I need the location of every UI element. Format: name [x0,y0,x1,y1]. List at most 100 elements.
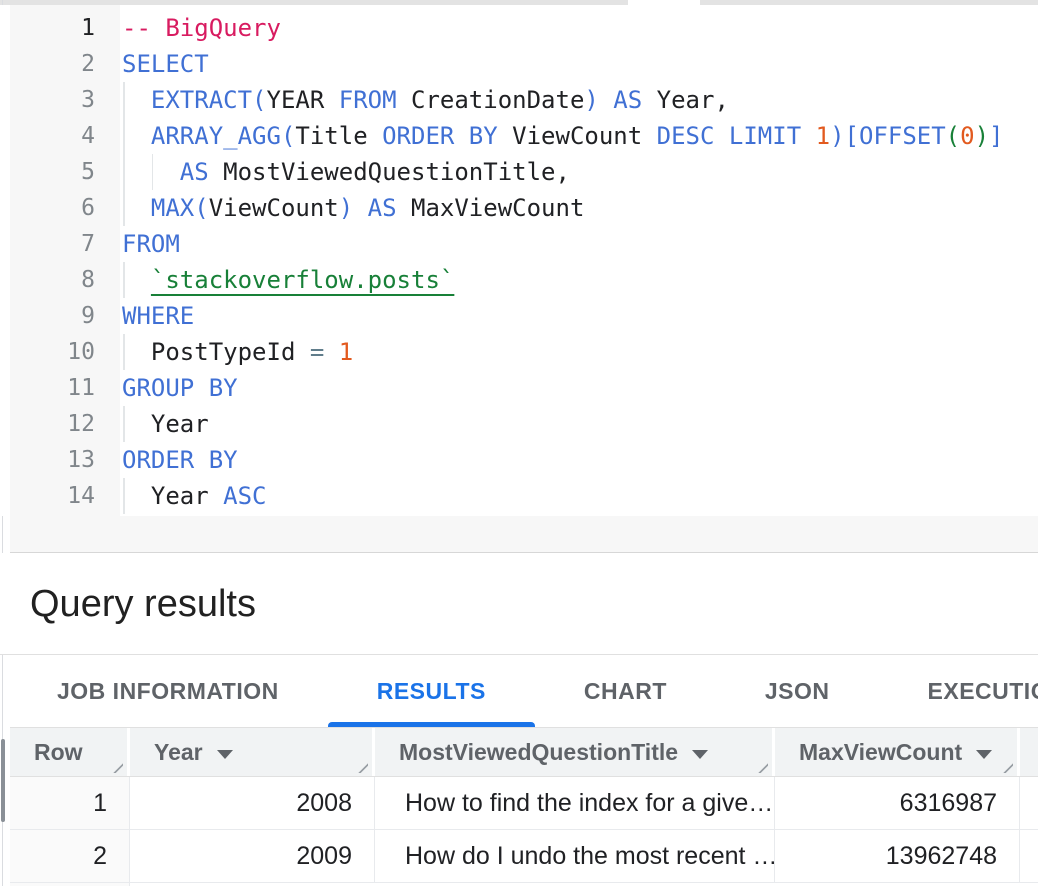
tab-chart[interactable]: CHART [535,656,716,727]
line-numbers: 1234567891011121314 [10,10,120,514]
tab-results[interactable]: RESULTS [328,656,535,727]
code-token: ASC [223,482,266,510]
code-line: ARRAY_AGG(Title ORDER BY ViewCount DESC … [122,118,1038,154]
code-token: 0 [960,122,974,150]
indent-guide [123,190,125,226]
query-results-title: Query results [30,553,256,655]
code-token: SELECT [122,50,209,78]
code-line: SELECT [122,46,1038,82]
partial-cell [1020,830,1038,882]
tab-job-information[interactable]: JOB INFORMATION [8,656,328,727]
column-resize-grip-icon[interactable] [109,759,123,773]
results-table-header: Row Year MostViewedQuestionTitle MaxViewCou… [10,727,1038,777]
tab-execution[interactable]: EXECUTION [879,656,1038,727]
code-token: DESC LIMIT [657,122,802,150]
code-token: GROUP BY [122,374,238,402]
code-token [122,194,151,222]
code-token: 1 [816,122,830,150]
code-token: ViewCount [209,194,339,222]
year-cell: 2009 [130,830,375,882]
tab-label: RESULTS [377,678,486,705]
code-token: Year [122,410,209,438]
editor-gutter: 1234567891011121314 [10,5,120,516]
sort-dropdown-icon[interactable] [217,750,233,759]
code-token: OFFSET [859,122,946,150]
indent-guide [152,154,154,190]
line-number: 8 [10,262,120,298]
line-number: 10 [10,334,120,370]
code-token: AS [180,158,209,186]
column-header-year[interactable]: Year [130,728,375,776]
indent-guide [123,334,125,370]
results-vertical-scrollbar-thumb[interactable] [1,739,5,822]
column-resize-grip-icon[interactable] [354,759,368,773]
code-area[interactable]: -- BigQuery SELECT EXTRACT(YEAR FROM Crea… [122,10,1038,514]
indent-guide [123,406,125,442]
code-line: GROUP BY [122,370,1038,406]
code-token: YEAR [267,86,339,114]
column-header-mostviewedquestiontitle[interactable]: MostViewedQuestionTitle [375,728,775,776]
code-token [122,122,151,150]
column-label: Year [154,739,203,766]
code-line: -- BigQuery [122,10,1038,46]
table-row: 12008How to find the index for a give…63… [10,777,1038,830]
code-token: ] [989,122,1003,150]
indent-guide [123,118,125,154]
code-token: CreationDate [397,86,585,114]
code-line: Year [122,406,1038,442]
indent-guide [123,154,125,190]
row-number-cell: 1 [10,777,130,829]
tab-label: JOB INFORMATION [57,678,279,705]
code-token: )[ [830,122,859,150]
results-table: Row Year MostViewedQuestionTitle MaxViewCou… [10,727,1038,886]
code-token: MAX( [151,194,209,222]
column-label: MostViewedQuestionTitle [399,739,678,766]
code-token: `stackoverflow.posts` [151,266,454,294]
table-row: 22009How do I undo the most recent …1396… [10,830,1038,883]
code-token: ORDER BY [122,446,238,474]
column-header-maxviewcount[interactable]: MaxViewCount [775,728,1020,776]
line-number: 6 [10,190,120,226]
tab-label: CHART [584,678,667,705]
table-header-partial [1020,728,1038,776]
line-number: 3 [10,82,120,118]
line-number: 2 [10,46,120,82]
results-table-body: 12008How to find the index for a give…63… [10,777,1038,883]
code-token: -- BigQuery [122,14,281,42]
code-token: ViewCount [498,122,657,150]
indent-guide [123,82,125,118]
tab-json[interactable]: JSON [716,656,879,727]
row-number-cell: 2 [10,830,130,882]
code-token [324,338,338,366]
sort-dropdown-icon[interactable] [692,750,708,759]
line-number: 1 [10,10,120,46]
code-line: EXTRACT(YEAR FROM CreationDate) AS Year, [122,82,1038,118]
tab-label: EXECUTION [928,678,1038,705]
code-token: WHERE [122,302,194,330]
sort-dropdown-icon[interactable] [976,750,992,759]
code-token: ) [584,86,598,114]
editor-bottom-band [10,516,1038,553]
code-token: 1 [339,338,353,366]
code-token: Year [122,482,223,510]
query-results-header: Query results [0,553,1038,655]
indent-guide [123,478,125,514]
code-token: ( [946,122,960,150]
code-token [122,266,151,294]
title-cell: How to find the index for a give… [375,777,775,829]
column-label: MaxViewCount [799,739,962,766]
column-resize-grip-icon[interactable] [754,759,768,773]
code-token: PostTypeId [122,338,310,366]
line-number: 11 [10,370,120,406]
code-token: Title [295,122,382,150]
code-token: MostViewedQuestionTitle, [209,158,570,186]
line-number: 4 [10,118,120,154]
code-token: = [310,338,324,366]
sql-editor[interactable]: 1234567891011121314 -- BigQuerySELECT EX… [0,5,1038,516]
code-token [122,158,180,186]
column-header-row[interactable]: Row [10,728,130,776]
code-token: FROM [122,230,180,258]
column-resize-grip-icon[interactable] [999,759,1013,773]
line-number: 7 [10,226,120,262]
code-token: ORDER BY [382,122,498,150]
